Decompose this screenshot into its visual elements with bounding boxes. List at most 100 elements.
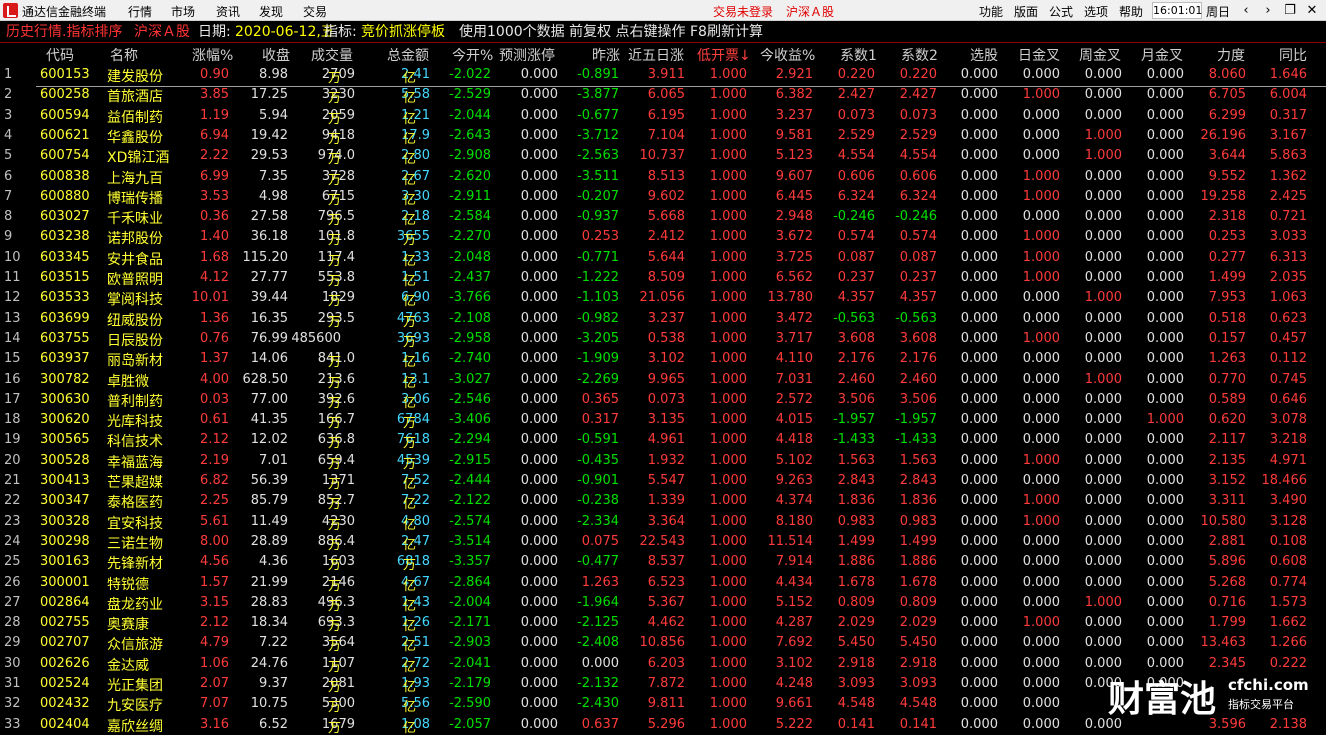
cell-dg: 0.000 <box>1022 107 1060 123</box>
table-row[interactable]: 29 002707 众信旅游 4.79 7.22 3564 万 2.51 亿 -2.903 0.00… <box>0 633 1326 654</box>
col-close[interactable]: 收盘 <box>262 45 290 65</box>
col-sel[interactable]: 选股 <box>970 45 998 65</box>
info-market: 沪深Ａ股 <box>134 24 190 40</box>
table-header: 代码 名称 涨幅% 收盘 成交量 总金额 今开% 预测涨停 昨涨 近五日涨 低开… <box>0 43 1326 65</box>
stock-name: 九安医疗 <box>107 698 163 715</box>
table-row[interactable]: 24 300298 三诺生物 8.00 28.89 886.4 万 2.47 亿 -3.514 0.… <box>0 532 1326 553</box>
cell-yest: -0.891 <box>577 67 619 82</box>
col-chg[interactable]: 涨幅% <box>192 45 233 65</box>
menu-jiaoyi[interactable]: 交易 <box>303 3 327 20</box>
stock-code: 603027 <box>40 209 90 225</box>
cell-wg: 0.000 <box>1084 391 1122 407</box>
row-number: 9 <box>4 229 13 245</box>
table-row[interactable]: 18 300620 光库科技 0.61 41.35 166.7 万 6784 万 -3.406 0.… <box>0 410 1326 431</box>
table-row[interactable]: 14 603755 日辰股份 0.76 76.99 485600 3693 万 -2.958 0.… <box>0 329 1326 350</box>
indicator-value[interactable]: 竞价抓涨停板 <box>361 21 445 43</box>
close-icon[interactable]: ✕ <box>1302 1 1322 20</box>
col-code[interactable]: 代码 <box>46 45 74 65</box>
forward-arrow-icon[interactable]: › <box>1258 1 1278 20</box>
menu-xuanxiang[interactable]: 选项 <box>1084 3 1108 20</box>
table-row[interactable]: 26 300001 特锐德 1.57 21.99 2146 万 4.67 亿 -2.864 0.00… <box>0 573 1326 594</box>
cell-wg: 0.000 <box>1084 412 1122 428</box>
cell-sel: 0.000 <box>960 107 998 123</box>
restore-window-icon[interactable]: ❐ <box>1280 1 1300 20</box>
table-row[interactable]: 27 002864 盘龙药业 3.15 28.83 496.3 万 1.43 亿 -2.004 0.… <box>0 593 1326 614</box>
cell-force: 0.277 <box>1208 249 1246 265</box>
cell-open: -2.108 <box>449 310 491 326</box>
menu-shichang[interactable]: 市场 <box>171 3 195 20</box>
cell-vol-unit: 万 <box>328 355 342 371</box>
cell-close: 7.22 <box>259 635 288 651</box>
menu-hangqing[interactable]: 行情 <box>128 3 152 20</box>
cell-dg: 0.000 <box>1022 310 1060 326</box>
table-row[interactable]: 8 603027 千禾味业 0.36 27.58 796.5 万 2.18 亿 -2.584 0.0… <box>0 207 1326 228</box>
table-row[interactable]: 23 300328 宜安科技 5.61 11.49 4230 万 4.80 亿 -2.574 0.0… <box>0 512 1326 533</box>
table-row[interactable]: 7 600880 博瑞传播 3.53 4.98 6715 万 3.30 亿 -2.911 0.000… <box>0 187 1326 208</box>
col-amt[interactable]: 总金额 <box>387 45 429 65</box>
stock-name: 嘉欣丝绸 <box>107 718 163 735</box>
col-k1[interactable]: 系数1 <box>840 45 877 65</box>
table-row[interactable]: 1 600153 建发股份 0.90 8.98 2709 万 2.41 亿 -2.022 0.000… <box>0 65 1326 86</box>
cell-open: -3.357 <box>449 554 491 570</box>
table-row[interactable]: 19 300565 科信技术 2.12 12.02 636.8 万 7618 万 -2.294 0.… <box>0 430 1326 451</box>
table-row[interactable]: 3 600594 益佰制药 1.19 5.94 2059 万 1.21 亿 -2.044 0.000… <box>0 106 1326 127</box>
cell-five: 3.135 <box>647 412 685 428</box>
col-five[interactable]: 近五日涨 <box>628 45 684 65</box>
cell-close: 16.35 <box>250 310 288 326</box>
cell-pred: 0.000 <box>520 412 558 428</box>
cell-yest: -0.937 <box>577 209 619 225</box>
col-yoy[interactable]: 同比 <box>1279 45 1307 65</box>
table-row[interactable]: 20 300528 幸福蓝海 2.19 7.01 659.4 万 4539 万 -2.915 0.0… <box>0 451 1326 472</box>
col-force[interactable]: 力度 <box>1217 45 1245 65</box>
col-yest[interactable]: 昨涨 <box>592 45 620 65</box>
table-row[interactable]: 13 603699 纽威股份 1.36 16.35 293.5 万 4763 万 -2.108 0.… <box>0 309 1326 330</box>
col-wg[interactable]: 周金叉 <box>1079 45 1121 65</box>
cell-vol-unit: 万 <box>328 395 342 411</box>
col-low-sorted[interactable]: 低开票↓ <box>697 45 751 65</box>
cell-k1: 0.574 <box>837 229 875 245</box>
menu-banmian[interactable]: 版面 <box>1014 3 1038 20</box>
table-row[interactable]: 16 300782 卓胜微 4.00 628.50 213.6 万 13.1 亿 -3.027 0.… <box>0 370 1326 391</box>
cell-five: 9.811 <box>647 696 685 712</box>
col-ret[interactable]: 今收益% <box>760 45 815 65</box>
cell-low: 1.000 <box>709 432 747 448</box>
col-mg[interactable]: 月金叉 <box>1141 45 1183 65</box>
table-row[interactable]: 4 600621 华鑫股份 6.94 19.42 9418 万 17.9 亿 -2.643 0.00… <box>0 126 1326 147</box>
table-row[interactable]: 10 603345 安井食品 1.68 115.20 117.4 万 1.33 亿 -2.048 0… <box>0 248 1326 269</box>
menu-zixun[interactable]: 资讯 <box>216 3 240 20</box>
back-arrow-icon[interactable]: ‹ <box>1236 1 1256 20</box>
col-dg[interactable]: 日金叉 <box>1018 45 1060 65</box>
table-row[interactable]: 22 300347 泰格医药 2.25 85.79 852.7 万 7.22 亿 -2.122 0.… <box>0 491 1326 512</box>
cell-low: 1.000 <box>709 127 747 143</box>
cell-k2: -1.433 <box>895 432 937 448</box>
table-row[interactable]: 17 300630 普利制药 0.03 77.00 392.6 万 3.06 亿 -2.546 0.… <box>0 390 1326 411</box>
table-row[interactable]: 28 002755 奥赛康 2.12 18.34 693.3 万 1.26 亿 -2.171 0.0… <box>0 613 1326 634</box>
menu-gongshi[interactable]: 公式 <box>1049 3 1073 20</box>
market-selector[interactable]: 沪深Ａ股 <box>786 3 834 20</box>
cell-pred: 0.000 <box>520 615 558 631</box>
table-row[interactable]: 2 600258 首旅酒店 3.85 17.25 3230 万 5.58 亿 -2.529 0.00… <box>0 85 1326 106</box>
table-row[interactable]: 5 600754 XD锦江酒 2.22 29.53 974.0 万 2.80 亿 -2.908 0.… <box>0 146 1326 167</box>
cell-chg: 10.01 <box>191 290 229 306</box>
col-k2[interactable]: 系数2 <box>901 45 938 65</box>
table-row[interactable]: 11 603515 欧普照明 4.12 27.77 553.8 万 1.51 亿 -2.437 0.… <box>0 268 1326 289</box>
menu-gongneng[interactable]: 功能 <box>979 3 1003 20</box>
col-name[interactable]: 名称 <box>110 45 138 65</box>
col-open[interactable]: 今开% <box>452 45 493 65</box>
table-row[interactable]: 21 300413 芒果超媒 6.82 56.39 1371 万 7.52 亿 -2.444 0.0… <box>0 471 1326 492</box>
menu-faxian[interactable]: 发现 <box>259 3 283 20</box>
table-row[interactable]: 15 603937 丽岛新材 1.37 14.06 841.0 万 1.16 亿 -2.740 0.… <box>0 349 1326 371</box>
menu-bangzhu[interactable]: 帮助 <box>1119 3 1143 20</box>
table-row[interactable]: 25 300163 先锋新材 4.56 4.36 1603 万 6818 万 -3.357 0.00… <box>0 552 1326 573</box>
cell-chg: 6.94 <box>200 127 229 143</box>
cell-chg: 4.12 <box>200 270 229 285</box>
cell-wg: 0.000 <box>1084 574 1122 590</box>
table-row[interactable]: 9 603238 诺邦股份 1.40 36.18 101.8 万 3655 万 -2.270 0.0… <box>0 227 1326 248</box>
cell-close: 24.76 <box>250 655 288 671</box>
table-row[interactable]: 6 600838 上海九百 6.99 7.35 3728 万 2.67 亿 -2.620 0.000… <box>0 167 1326 188</box>
col-pred[interactable]: 预测涨停 <box>499 45 555 65</box>
col-vol[interactable]: 成交量 <box>311 45 353 65</box>
row-number: 3 <box>4 107 13 123</box>
login-status[interactable]: 交易未登录 <box>713 3 773 20</box>
table-row[interactable]: 12 603533 掌阅科技 10.01 39.44 1829 万 6.90 亿 -3.766 0.… <box>0 288 1326 309</box>
